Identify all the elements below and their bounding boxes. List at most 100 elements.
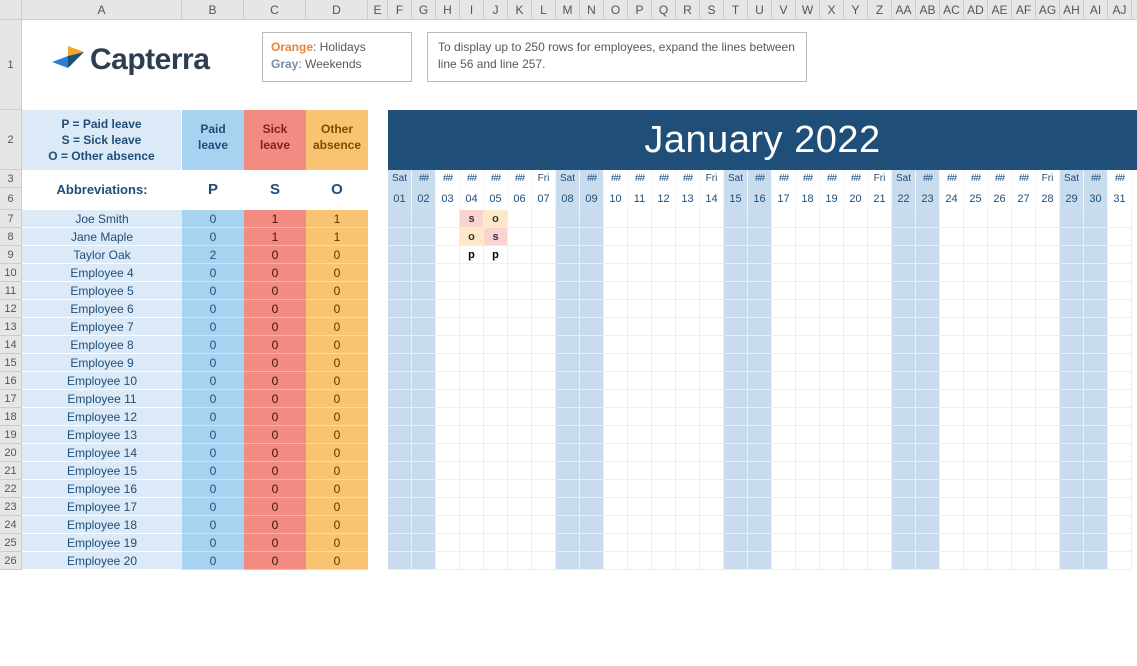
paid-count[interactable]: 0: [182, 300, 244, 318]
day-cell[interactable]: [1108, 462, 1132, 480]
employee-name[interactable]: Employee 8: [22, 336, 182, 354]
day-cell[interactable]: [676, 210, 700, 228]
day-cell[interactable]: [1060, 444, 1084, 462]
day-cell[interactable]: [652, 408, 676, 426]
day-cell[interactable]: [748, 246, 772, 264]
dow-16[interactable]: ##: [748, 170, 772, 188]
sick-count[interactable]: 0: [244, 552, 306, 570]
day-cell[interactable]: [1060, 516, 1084, 534]
col-header-AB[interactable]: AB: [916, 0, 940, 19]
day-cell[interactable]: [556, 264, 580, 282]
day-cell[interactable]: [652, 210, 676, 228]
day-cell[interactable]: [748, 516, 772, 534]
day-cell[interactable]: [652, 516, 676, 534]
other-count[interactable]: 0: [306, 246, 368, 264]
day-cell[interactable]: [1012, 444, 1036, 462]
dow-01[interactable]: Sat: [388, 170, 412, 188]
paid-count[interactable]: 0: [182, 282, 244, 300]
day-cell[interactable]: [580, 390, 604, 408]
day-cell[interactable]: [436, 372, 460, 390]
day-cell[interactable]: [388, 552, 412, 570]
day-cell[interactable]: [460, 318, 484, 336]
day-cell[interactable]: [508, 390, 532, 408]
day-cell[interactable]: [628, 228, 652, 246]
day-cell[interactable]: [484, 354, 508, 372]
row-header-16[interactable]: 16: [0, 372, 22, 390]
day-cell[interactable]: [1108, 354, 1132, 372]
day-cell[interactable]: [388, 534, 412, 552]
day-cell[interactable]: [1108, 264, 1132, 282]
day-cell[interactable]: [700, 228, 724, 246]
day-cell[interactable]: [1036, 462, 1060, 480]
day-cell[interactable]: [724, 264, 748, 282]
day-cell[interactable]: [388, 336, 412, 354]
day-cell[interactable]: [580, 354, 604, 372]
day-cell[interactable]: [748, 318, 772, 336]
day-cell[interactable]: [940, 372, 964, 390]
day-cell[interactable]: [460, 534, 484, 552]
daynum-03[interactable]: 03: [436, 188, 460, 210]
day-cell[interactable]: [556, 300, 580, 318]
day-cell[interactable]: [604, 354, 628, 372]
day-cell[interactable]: [556, 354, 580, 372]
day-cell[interactable]: [1060, 228, 1084, 246]
day-cell[interactable]: [580, 498, 604, 516]
day-cell[interactable]: [700, 354, 724, 372]
day-cell[interactable]: [628, 300, 652, 318]
other-count[interactable]: 0: [306, 354, 368, 372]
day-cell[interactable]: [676, 282, 700, 300]
dow-25[interactable]: ##: [964, 170, 988, 188]
day-cell[interactable]: [724, 552, 748, 570]
daynum-26[interactable]: 26: [988, 188, 1012, 210]
day-cell[interactable]: [988, 390, 1012, 408]
day-cell[interactable]: [1108, 282, 1132, 300]
day-cell[interactable]: [964, 480, 988, 498]
day-cell[interactable]: [892, 408, 916, 426]
daynum-23[interactable]: 23: [916, 188, 940, 210]
daynum-01[interactable]: 01: [388, 188, 412, 210]
day-cell[interactable]: [1060, 426, 1084, 444]
day-cell[interactable]: [988, 444, 1012, 462]
day-cell[interactable]: [940, 354, 964, 372]
day-cell[interactable]: [772, 516, 796, 534]
row-header-20[interactable]: 20: [0, 444, 22, 462]
day-cell[interactable]: [844, 336, 868, 354]
col-header-AH[interactable]: AH: [1060, 0, 1084, 19]
day-cell[interactable]: [772, 390, 796, 408]
dow-27[interactable]: ##: [1012, 170, 1036, 188]
day-cell[interactable]: [508, 246, 532, 264]
col-header-J[interactable]: J: [484, 0, 508, 19]
day-cell[interactable]: [1084, 318, 1108, 336]
day-cell[interactable]: [1036, 282, 1060, 300]
row-header-24[interactable]: 24: [0, 516, 22, 534]
row-header-14[interactable]: 14: [0, 336, 22, 354]
day-cell[interactable]: [748, 354, 772, 372]
employee-name[interactable]: Employee 14: [22, 444, 182, 462]
col-header-Q[interactable]: Q: [652, 0, 676, 19]
day-cell[interactable]: [748, 408, 772, 426]
dow-22[interactable]: Sat: [892, 170, 916, 188]
day-cell[interactable]: [1060, 408, 1084, 426]
daynum-22[interactable]: 22: [892, 188, 916, 210]
day-cell[interactable]: [700, 444, 724, 462]
col-header-M[interactable]: M: [556, 0, 580, 19]
day-cell[interactable]: [436, 318, 460, 336]
day-cell[interactable]: [652, 318, 676, 336]
day-cell[interactable]: [412, 318, 436, 336]
day-cell[interactable]: [580, 300, 604, 318]
day-cell[interactable]: [940, 480, 964, 498]
day-cell[interactable]: [508, 300, 532, 318]
day-cell[interactable]: [412, 390, 436, 408]
dow-14[interactable]: Fri: [700, 170, 724, 188]
day-cell[interactable]: [940, 246, 964, 264]
day-cell[interactable]: [580, 210, 604, 228]
daynum-27[interactable]: 27: [1012, 188, 1036, 210]
day-cell[interactable]: [820, 534, 844, 552]
day-cell[interactable]: [676, 372, 700, 390]
paid-count[interactable]: 0: [182, 552, 244, 570]
day-cell[interactable]: [700, 534, 724, 552]
row-header-6[interactable]: 6: [0, 188, 22, 210]
sick-count[interactable]: 1: [244, 228, 306, 246]
sick-count[interactable]: 0: [244, 516, 306, 534]
day-cell[interactable]: [940, 300, 964, 318]
